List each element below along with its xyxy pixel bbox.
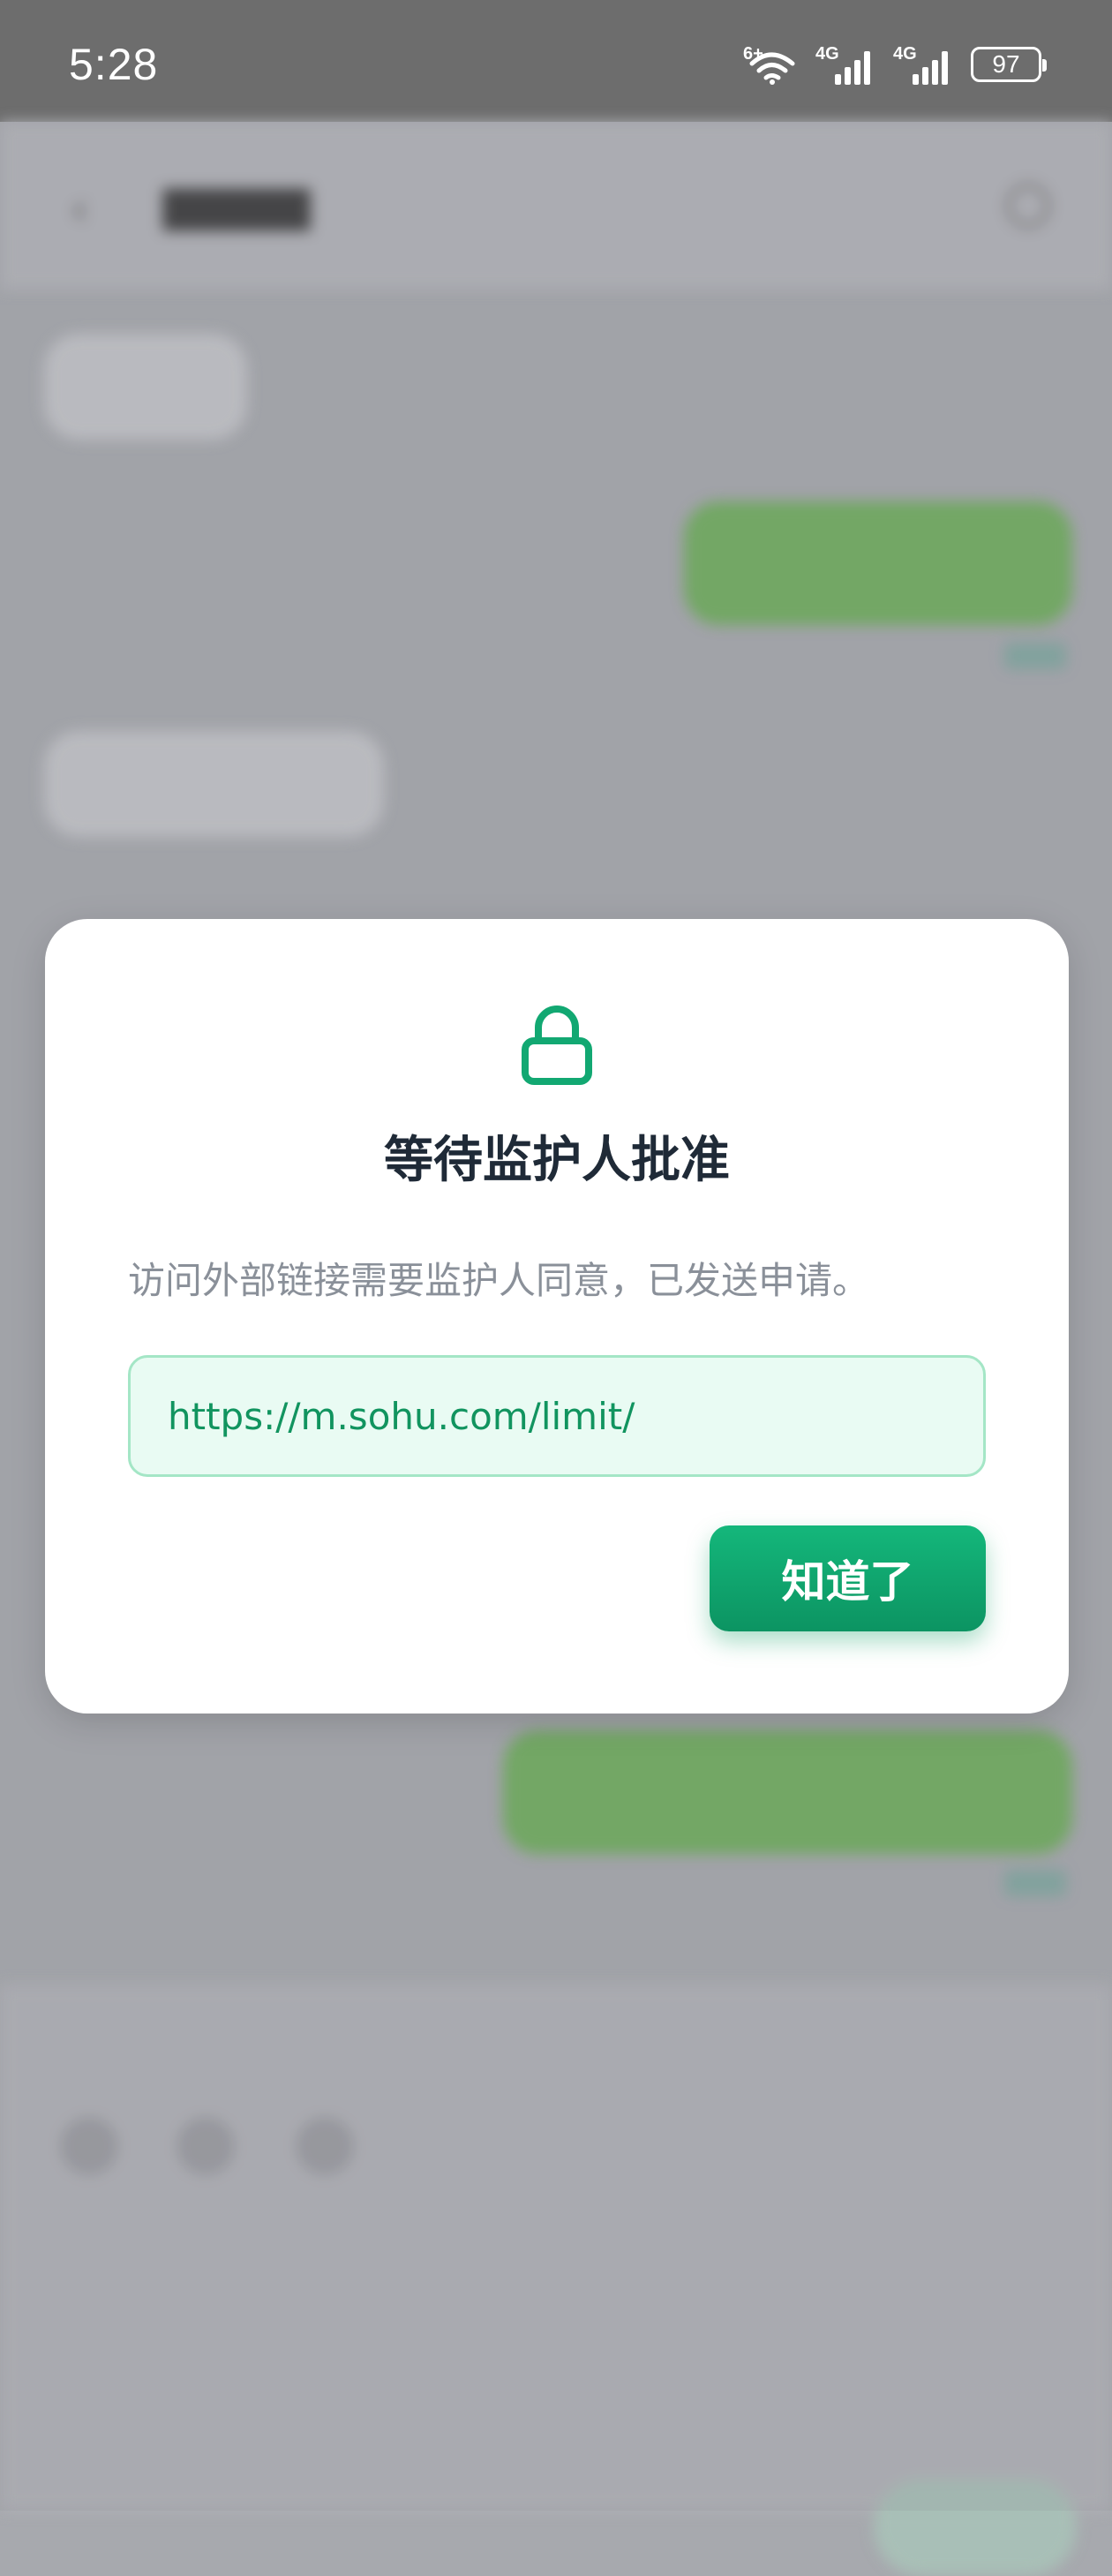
- status-time: 5:28: [69, 40, 159, 89]
- status-icons: 6+ 4G 4G 97: [743, 44, 1047, 85]
- url-display: https://m.sohu.com/limit/: [128, 1355, 986, 1477]
- url-text: https://m.sohu.com/limit/: [168, 1394, 635, 1438]
- dialog-message: 访问外部链接需要监护人同意，已发送申请。: [128, 1259, 870, 1302]
- acknowledge-button[interactable]: 知道了: [710, 1525, 986, 1631]
- battery-level: 97: [992, 50, 1020, 78]
- cellular-signal-icon: 4G: [815, 44, 877, 85]
- cellular-signal-icon: 4G: [893, 44, 955, 85]
- lock-icon: [520, 1004, 594, 1087]
- guardian-approval-dialog: 等待监护人批准 访问外部链接需要监护人同意，已发送申请。 https://m.s…: [45, 919, 1069, 1714]
- wifi-icon: 6+: [743, 44, 800, 85]
- dialog-title: 等待监护人批准: [384, 1132, 730, 1189]
- battery-icon: 97: [971, 47, 1047, 82]
- status-bar: 5:28 6+ 4G 4G 97: [0, 0, 1112, 122]
